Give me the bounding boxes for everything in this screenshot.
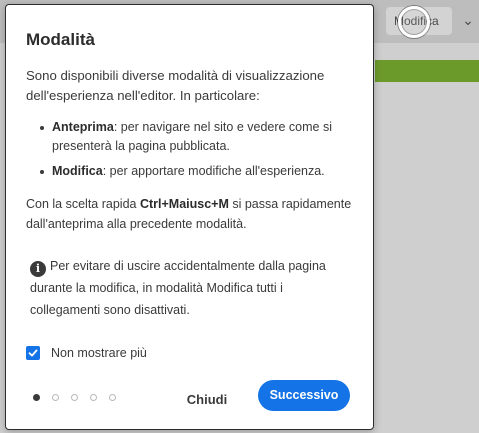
shortcut-text: Con la scelta rapida Ctrl+Maiusc+M si pa… — [26, 194, 356, 234]
checkmark-icon — [28, 349, 38, 357]
notice-text: Per evitare di uscire accidentalmente da… — [30, 259, 326, 317]
dont-show-again-option[interactable]: Non mostrare più — [26, 343, 147, 363]
step-dot[interactable] — [71, 393, 78, 401]
step-dot[interactable] — [52, 393, 59, 401]
close-button[interactable]: Chiudi — [176, 385, 238, 415]
checkbox-label: Non mostrare più — [51, 346, 147, 360]
dialog-title: Modalità — [26, 30, 95, 49]
tour-hotspot-ring — [398, 6, 430, 38]
dont-show-again-checkbox[interactable] — [26, 346, 40, 360]
step-indicator — [33, 392, 128, 402]
links-disabled-notice: i Per evitare di uscire accidentalmente d… — [30, 255, 350, 321]
list-item: Anteprima: per navigare nel sito e veder… — [40, 118, 360, 156]
page-header-band — [375, 60, 479, 82]
mode-term: Anteprima — [52, 120, 114, 134]
next-button[interactable]: Successivo — [258, 380, 350, 411]
mode-description: : per apportare modifiche all'esperienza… — [102, 164, 325, 178]
dialog-intro: Sono disponibili diverse modalità di vis… — [26, 68, 325, 103]
shortcut-keys: Ctrl+Maiusc+M — [139, 197, 229, 211]
bullet-icon — [40, 126, 44, 130]
step-dot[interactable] — [33, 393, 40, 401]
step-dot[interactable] — [109, 393, 116, 401]
bullet-icon — [40, 170, 44, 174]
modes-dialog: Modalità Sono disponibili diverse modali… — [5, 4, 374, 430]
info-icon: i — [30, 261, 46, 277]
screen: Modifica ⌄ Modalità Sono disponibili div… — [0, 0, 479, 433]
shortcut-prefix: Con la scelta rapida — [26, 197, 140, 211]
mode-term: Modifica — [52, 164, 103, 178]
step-dot[interactable] — [90, 393, 97, 401]
modes-list: Anteprima: per navigare nel sito e veder… — [40, 118, 360, 187]
list-item: Modifica: per apportare modifiche all'es… — [40, 162, 360, 181]
chevron-down-icon[interactable]: ⌄ — [462, 12, 474, 28]
